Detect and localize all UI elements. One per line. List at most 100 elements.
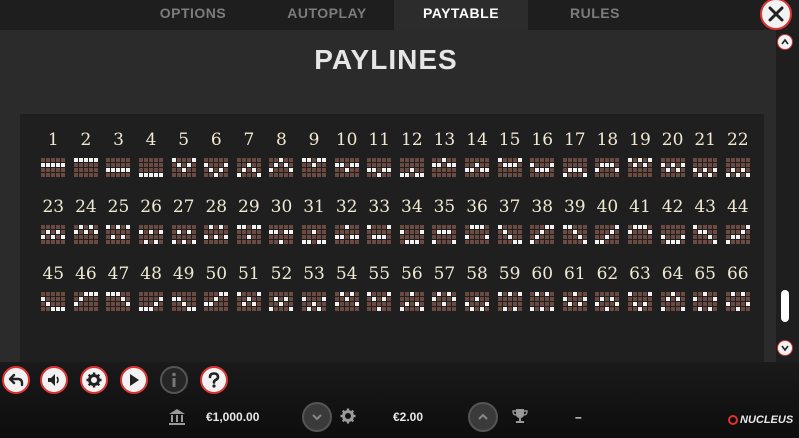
payline-number: 2 (80, 130, 92, 150)
payline-slot (550, 307, 555, 311)
payline-slot (372, 292, 377, 296)
payline-item: 27 (167, 195, 200, 244)
payline-slot (535, 297, 540, 301)
payline-slot (582, 163, 587, 167)
payline-slot (632, 230, 637, 234)
autoplay-button[interactable] (120, 366, 148, 394)
payline-slot (452, 173, 457, 177)
payline-slot (219, 297, 224, 301)
payline-slot (246, 158, 251, 162)
payline-slot (209, 158, 214, 162)
payline-slot (236, 240, 241, 244)
payline-slot (246, 297, 251, 301)
payline-slot (251, 230, 256, 234)
payline-item: 56 (396, 262, 429, 311)
gear-icon (86, 372, 102, 388)
payline-slot (502, 235, 507, 239)
payline-slot (540, 158, 545, 162)
scrollbar-thumb[interactable] (781, 290, 789, 322)
payline-slot (191, 302, 196, 306)
payline-slot (191, 307, 196, 311)
payline-slot (246, 240, 251, 244)
payline-slot (78, 302, 83, 306)
payline-slot (703, 163, 708, 167)
payline-slot (680, 158, 685, 162)
close-button[interactable] (760, 0, 792, 30)
payline-slot (485, 292, 490, 296)
payline-item: 66 (721, 262, 754, 311)
payline-slot (236, 168, 241, 172)
payline-slot (251, 297, 256, 301)
payline-slot (93, 235, 98, 239)
payline-slot (349, 235, 354, 239)
payline-slot (562, 297, 567, 301)
payline-slot (670, 302, 675, 306)
payline-slot (284, 292, 289, 296)
payline-slot (144, 168, 149, 172)
payline-slot (93, 307, 98, 311)
scroll-up-button[interactable] (777, 34, 793, 50)
payline-slot (740, 292, 745, 296)
payline-slot (708, 225, 713, 229)
payline-slot (540, 292, 545, 296)
payline-slot (149, 292, 154, 296)
payline-slot (512, 240, 517, 244)
scroll-down-button[interactable] (777, 340, 793, 356)
payline-number: 50 (205, 264, 228, 284)
payline-slot (595, 235, 600, 239)
tab-options[interactable]: OPTIONS (126, 0, 260, 30)
help-button[interactable] (200, 366, 228, 394)
payline-slot (181, 158, 186, 162)
payline-slot (116, 292, 121, 296)
tab-paytable[interactable]: PAYTABLE (394, 0, 528, 30)
payline-slot (88, 163, 93, 167)
payline-slot (159, 307, 164, 311)
info-button[interactable] (160, 366, 188, 394)
payline-slot (269, 225, 274, 229)
bet-increase-button[interactable] (468, 402, 498, 432)
payline-slot (480, 225, 485, 229)
payline-slot (567, 173, 572, 177)
payline-slot (730, 307, 735, 311)
bet-decrease-button[interactable] (302, 402, 332, 432)
payline-slot (693, 168, 698, 172)
payline-slot (302, 230, 307, 234)
payline-slot (382, 173, 387, 177)
payline-pattern (367, 225, 392, 244)
payline-pattern (106, 225, 131, 244)
payline-slot (535, 230, 540, 234)
payline-slot (274, 168, 279, 172)
payline-slot (713, 302, 718, 306)
payline-slot (191, 230, 196, 234)
payline-slot (46, 230, 51, 234)
payline-slot (512, 168, 517, 172)
payline-pattern (41, 292, 66, 311)
payline-slot (480, 292, 485, 296)
payline-slot (642, 297, 647, 301)
payline-slot (432, 230, 437, 234)
sound-button[interactable] (40, 366, 68, 394)
payline-number: 13 (433, 130, 456, 150)
tab-rules[interactable]: RULES (528, 0, 662, 30)
back-button[interactable] (2, 366, 30, 394)
payline-slot (354, 163, 359, 167)
payline-slot (284, 173, 289, 177)
payline-slot (595, 230, 600, 234)
tab-autoplay[interactable]: AUTOPLAY (260, 0, 394, 30)
payline-slot (73, 235, 78, 239)
payline-number: 34 (401, 197, 423, 217)
payline-slot (349, 230, 354, 234)
payline-slot (675, 307, 680, 311)
payline-slot (284, 297, 289, 301)
payline-slot (289, 292, 294, 296)
payline-slot (562, 225, 567, 229)
payline-slot (312, 230, 317, 234)
payline-number: 30 (270, 197, 293, 217)
payline-slot (284, 163, 289, 167)
payline-slot (274, 225, 279, 229)
payline-number: 5 (178, 130, 190, 150)
settings-button[interactable] (80, 366, 108, 394)
payline-slot (307, 235, 312, 239)
payline-pattern (497, 225, 522, 244)
payline-slot (409, 240, 414, 244)
